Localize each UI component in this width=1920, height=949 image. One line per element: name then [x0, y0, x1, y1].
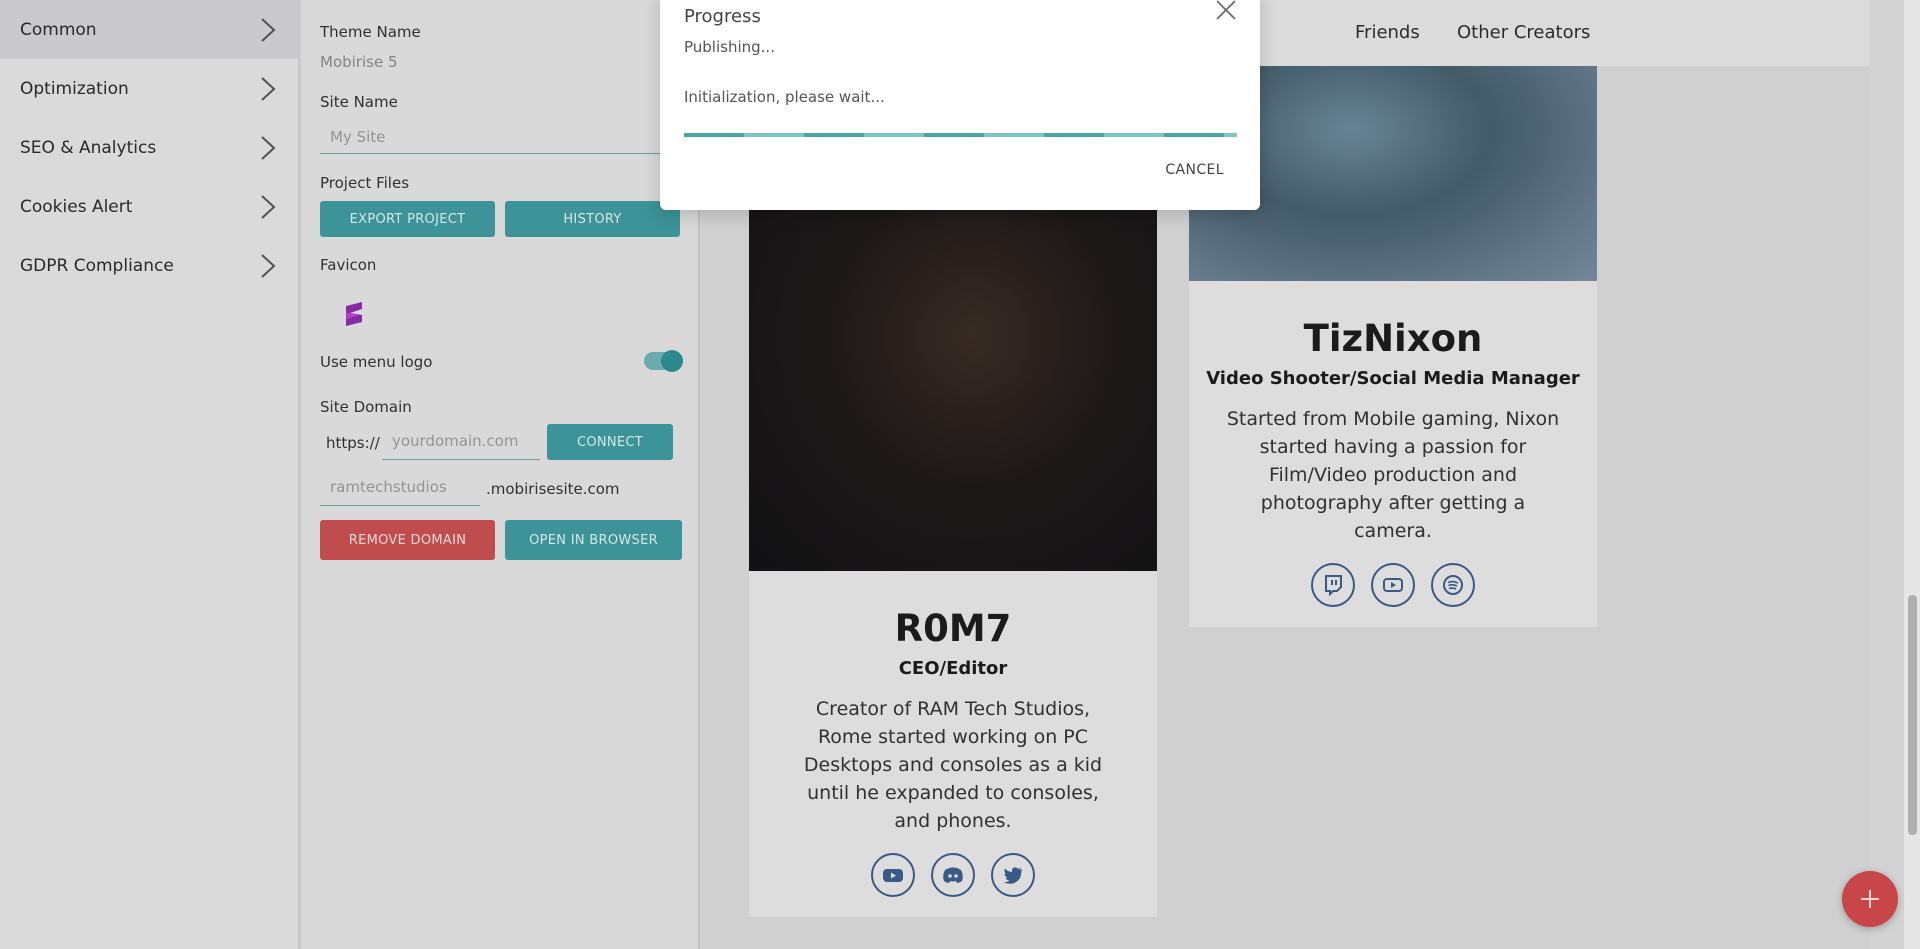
progress-bar [684, 133, 1237, 137]
scrollbar[interactable] [1904, 0, 1920, 949]
cancel-button[interactable]: CANCEL [1165, 162, 1224, 178]
progress-dialog: Progress Publishing... Initialization, p… [660, 0, 1260, 210]
close-icon[interactable] [1214, 0, 1238, 22]
dialog-title: Progress [684, 6, 761, 27]
progress-detail: Initialization, please wait... [684, 88, 885, 106]
progress-bar-fill [684, 133, 1237, 137]
plus-icon [1861, 890, 1879, 908]
publishing-status: Publishing... [684, 38, 775, 56]
add-block-button[interactable] [1842, 871, 1898, 927]
scrollbar-thumb[interactable] [1908, 595, 1917, 835]
